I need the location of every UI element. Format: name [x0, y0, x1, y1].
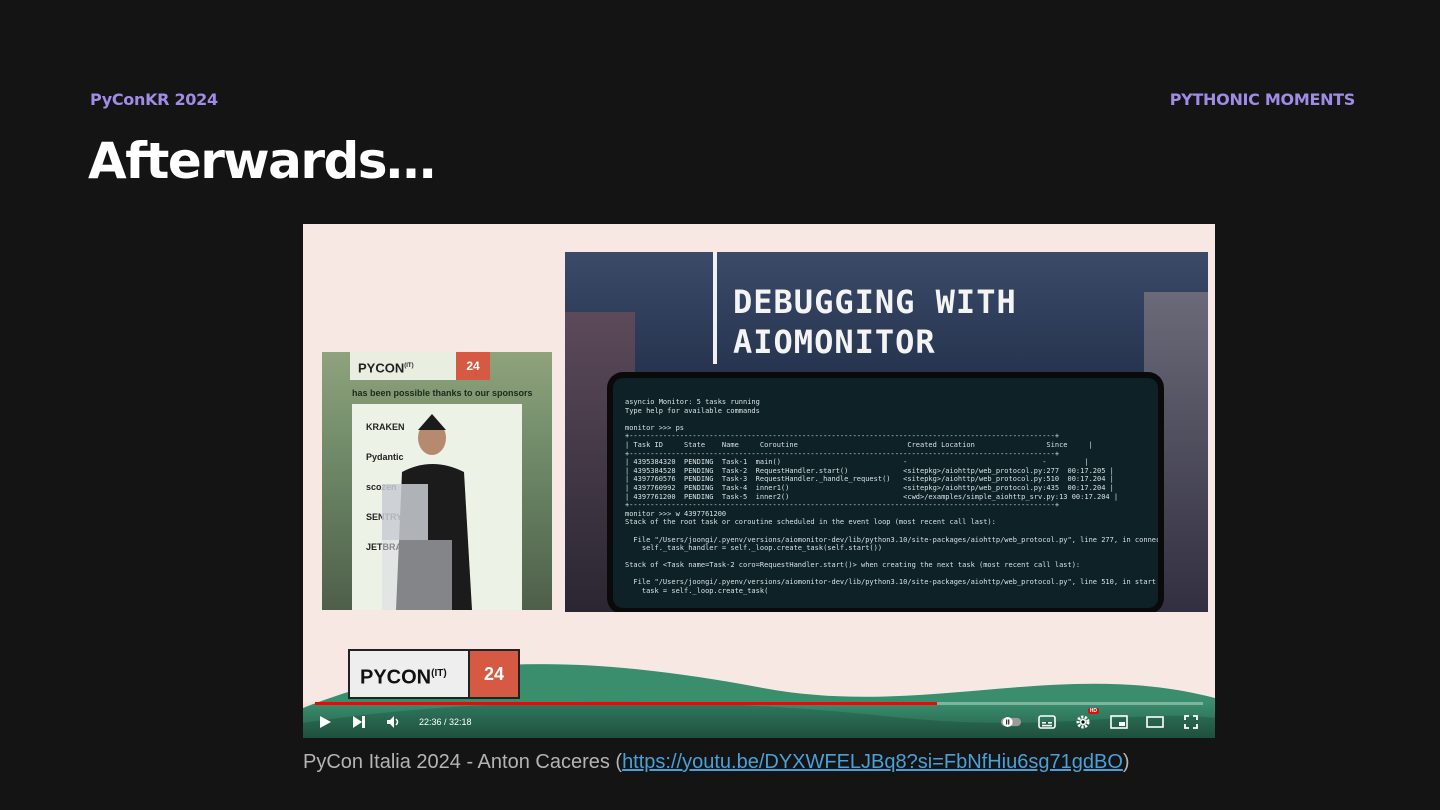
terminal-window: asyncio Monitor: 5 tasks running Type he… [613, 378, 1158, 608]
presentation-slide: DEBUGGING WITH AIOMONITOR asyncio Monito… [565, 252, 1208, 612]
subtitles-icon[interactable] [1037, 712, 1057, 732]
slide-heading: DEBUGGING WITH AIOMONITOR [733, 283, 1017, 361]
caption-suffix: ) [1122, 751, 1130, 773]
time-display: 22:36 / 32:18 [419, 717, 472, 727]
progress-bar[interactable] [315, 702, 1203, 705]
caption-prefix: PyCon Italia 2024 - Anton Caceres ( [303, 751, 623, 773]
cam-thanks-text: has been possible thanks to our sponsors [352, 388, 533, 398]
speaker-figure [382, 414, 472, 610]
terminal-output: asyncio Monitor: 5 tasks running Type he… [625, 398, 1158, 596]
slide-title: Afterwards… [88, 132, 436, 190]
pycon-logo: PYCON(IT) 24 [348, 649, 520, 699]
section-label: PYTHONIC MOMENTS [1169, 90, 1356, 109]
settings-gear-icon[interactable]: HD [1073, 708, 1099, 732]
play-icon[interactable] [315, 712, 335, 732]
theater-mode-icon[interactable] [1145, 712, 1165, 732]
progress-fill [315, 702, 937, 705]
video-caption: PyCon Italia 2024 - Anton Caceres (https… [303, 751, 1130, 774]
cam-pycon-banner: PYCON(IT) 24 [350, 352, 490, 380]
slide-divider-line [713, 252, 717, 364]
controls-right: HD [1001, 708, 1201, 732]
hd-badge: HD [1087, 708, 1099, 714]
event-label: PyConKR 2024 [90, 90, 218, 109]
fullscreen-icon[interactable] [1181, 712, 1201, 732]
volume-icon[interactable] [383, 712, 403, 732]
video-player[interactable]: PYCON(IT) 24 has been possible thanks to… [303, 224, 1215, 738]
next-icon[interactable] [349, 712, 369, 732]
speaker-camera-feed: PYCON(IT) 24 has been possible thanks to… [322, 352, 552, 610]
miniplayer-icon[interactable] [1109, 712, 1129, 732]
controls-left: 22:36 / 32:18 [315, 712, 472, 732]
youtube-link[interactable]: https://youtu.be/DYXWFELJBq8?si=FbNfHiu6… [622, 751, 1123, 773]
autoplay-toggle-icon[interactable] [1001, 712, 1021, 732]
